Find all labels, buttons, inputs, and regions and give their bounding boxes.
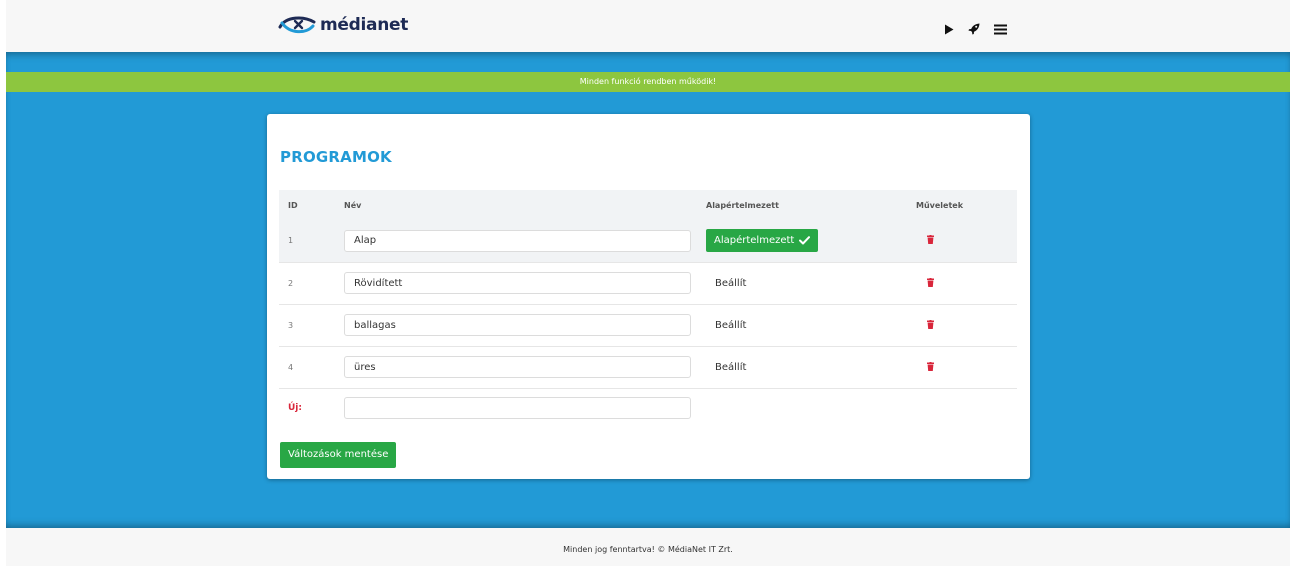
row-id: 4 [288,362,294,372]
logo-wordmark: médianet [320,15,409,35]
set-default-button[interactable]: Beállít [706,320,746,331]
table-header-row: ID Név Alapértelmezett Műveletek [279,190,1017,220]
table-row: 3 Beállít [279,304,1017,346]
navbar-icons [944,20,1007,39]
main-content-area: Minden funkció rendben működik! PROGRAMO… [6,52,1290,528]
new-program-row: Új: [279,388,1017,428]
page-title: PROGRAMOK [280,148,392,166]
trash-icon[interactable] [927,361,934,373]
play-icon[interactable] [944,20,954,39]
trash-icon[interactable] [927,277,934,289]
brand-logo[interactable]: médianet [278,10,408,40]
program-name-input[interactable] [344,272,691,294]
footer-copyright: Minden jog fenntartva! © MédiaNet IT Zrt… [6,528,1290,566]
row-id: 1 [288,236,294,246]
column-header-actions: Műveletek [916,200,964,210]
new-row-label: Új: [288,403,302,414]
set-default-button[interactable]: Beállít [706,278,746,289]
program-name-input[interactable] [344,314,691,336]
new-program-input[interactable] [344,397,691,420]
top-navbar: médianet [6,0,1290,52]
rocket-icon[interactable] [968,20,980,39]
table-row: 2 Beállít [279,262,1017,304]
trash-icon[interactable] [927,235,934,246]
default-program-button[interactable]: Alapértelmezett [706,229,819,253]
app-frame: médianet Minden funkció rendben működik!… [6,0,1290,566]
program-name-input[interactable] [344,356,691,378]
trash-icon[interactable] [927,319,934,331]
table-row: 1 Alapértelmezett [279,220,1017,262]
menu-icon[interactable] [994,20,1007,39]
table-row: 4 Beállít [279,346,1017,388]
column-header-default: Alapértelmezett [706,200,779,210]
program-name-input[interactable] [344,229,691,252]
programs-card: PROGRAMOK ID Név Alapértelmezett Művelet… [267,114,1030,479]
programs-table: ID Név Alapértelmezett Műveletek 1 Alapé… [279,190,1017,428]
save-changes-button[interactable]: Változások mentése [280,442,397,468]
column-header-name: Név [344,200,362,210]
default-label: Alapértelmezett [714,235,795,247]
status-banner: Minden funkció rendben működik! [6,72,1290,92]
row-id: 2 [288,278,294,288]
row-id: 3 [288,320,294,330]
column-header-id: ID [288,200,298,210]
medianet-logo-icon [278,16,316,34]
set-default-button[interactable]: Beállít [706,362,746,373]
check-icon [799,236,811,245]
